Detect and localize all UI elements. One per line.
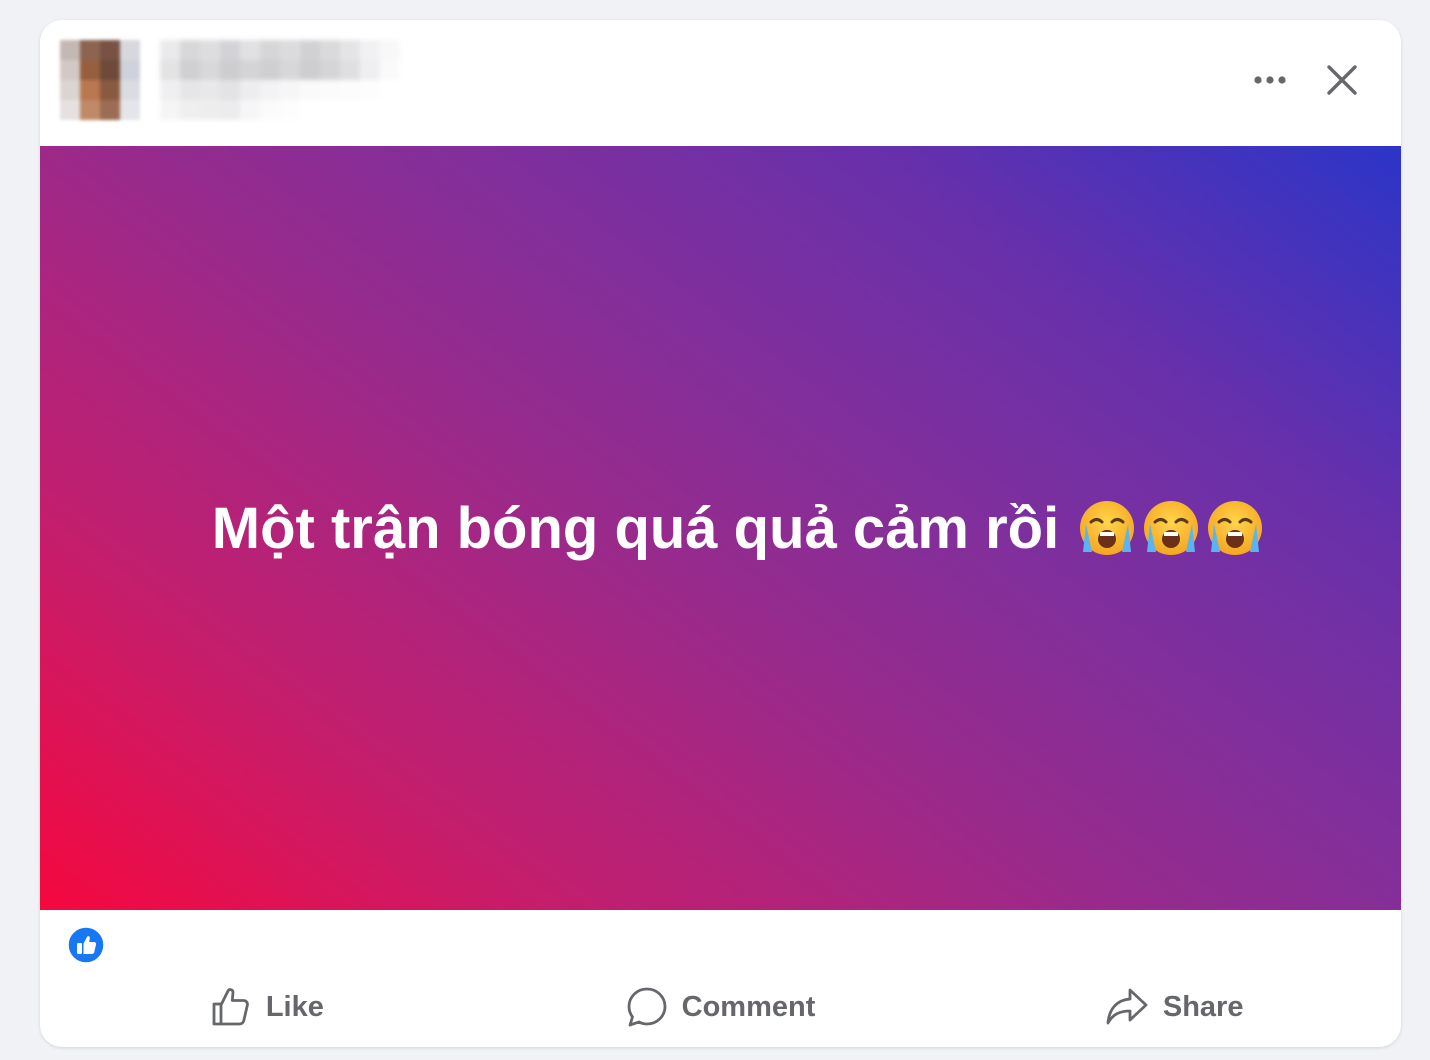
- post-background: Một trận bóng quá quả cảm rồi: [40, 146, 1401, 910]
- post-text: Một trận bóng quá quả cảm rồi: [211, 495, 1060, 561]
- share-arrow-icon: [1106, 988, 1148, 1025]
- share-label: Share: [1162, 990, 1244, 1023]
- action-bar: Like Comment Share: [40, 972, 1401, 1042]
- comment-bubble-icon: [627, 987, 667, 1027]
- post-dialog: Một trận bóng quá quả cảm rồi Like Comme…: [40, 20, 1401, 1047]
- close-icon: [1327, 65, 1357, 95]
- share-button[interactable]: Share: [947, 972, 1401, 1042]
- author-name-redacted[interactable]: [160, 40, 400, 120]
- avatar[interactable]: [60, 40, 140, 120]
- reaction-summary[interactable]: [67, 926, 105, 964]
- emoji-group: [1077, 498, 1265, 558]
- like-reaction-icon: [67, 926, 105, 964]
- post-text-line: Một trận bóng quá quả cảm rồi: [212, 495, 1265, 562]
- post-header: [40, 20, 1401, 146]
- like-button[interactable]: Like: [40, 972, 494, 1042]
- thumbs-up-icon: [212, 988, 249, 1026]
- like-label: Like: [265, 990, 324, 1023]
- close-button[interactable]: [1320, 58, 1364, 102]
- comment-label: Comment: [681, 990, 816, 1023]
- crying-face-icon: [1208, 501, 1263, 555]
- comment-button[interactable]: Comment: [494, 972, 948, 1042]
- more-options-button[interactable]: [1250, 64, 1290, 96]
- crying-face-icon: [1144, 501, 1199, 555]
- more-horizontal-icon: [1254, 76, 1286, 84]
- crying-face-icon: [1080, 501, 1135, 555]
